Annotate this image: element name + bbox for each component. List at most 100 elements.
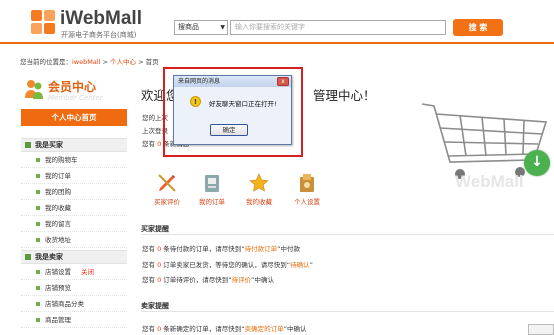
sidebar-item-cart[interactable]: 我的购物车	[21, 152, 127, 168]
sidebar-item-label: 商品管理	[45, 316, 71, 324]
sidebar-item-label: 我的留言	[45, 220, 71, 228]
dialog-ok-button[interactable]: 确定	[210, 124, 248, 136]
quick-link-label: 个人设置	[294, 198, 320, 206]
sidebar-item-address[interactable]: 收货地址	[21, 232, 127, 248]
bullet-icon	[36, 190, 40, 194]
breadcrumb-separator: >	[100, 58, 111, 66]
row-link[interactable]: 卖确定的订单	[245, 325, 284, 333]
bullet-icon	[36, 174, 40, 178]
bullet-icon	[36, 238, 40, 242]
quick-link-label: 我的订单	[199, 198, 225, 206]
shop-status-badge: 关闭	[81, 268, 94, 276]
sidebar-item-messages[interactable]: 我的留言	[21, 216, 127, 232]
sidebar-item-groupbuy[interactable]: 我的团购	[21, 184, 127, 200]
bullet-icon	[36, 302, 40, 306]
sidebar-item-label: 收货地址	[45, 236, 71, 244]
row-text: 您有	[142, 325, 158, 333]
scrollbar-corner[interactable]	[528, 324, 554, 335]
row-text: 订单待评价，请尽快到“	[161, 276, 232, 284]
quick-link-reviews[interactable]: 买家评价	[147, 172, 187, 206]
quick-link-orders[interactable]: 我的订单	[192, 172, 232, 206]
members-icon	[25, 80, 43, 99]
sidebar-item-home[interactable]: 个人中心首页	[21, 109, 127, 126]
buyer-reminder-title: 买家提醒	[141, 225, 169, 233]
row-link[interactable]: 待确认	[290, 261, 310, 269]
buyer-reminder-row: 您有 0 订单待评价，请尽快到“待评价”中确认	[142, 274, 274, 284]
search-input[interactable]: 输入你要搜索的关键字	[230, 20, 446, 35]
row-text: 您有	[142, 276, 158, 284]
bullet-icon	[36, 270, 40, 274]
breadcrumb-separator: >	[136, 58, 146, 66]
alert-dialog: 来自网页的消息 x ! 好友聊天窗口正在打开! 确定	[173, 75, 292, 145]
row-link[interactable]: 待付款订单	[245, 245, 278, 253]
bullet-icon	[36, 286, 40, 290]
search-category-value: 搜商品	[178, 23, 199, 31]
sidebar-group-seller[interactable]: 我是卖家	[21, 250, 127, 264]
sidebar-item-label: 店铺商品分类	[45, 300, 84, 308]
bullet-icon	[36, 318, 40, 322]
row-text: ”中确认	[283, 325, 307, 333]
row-text: 条待付款的订单，请尽快到“	[161, 245, 245, 253]
row-text: 您有	[142, 245, 158, 253]
sidebar-item-shop-preview[interactable]: 店铺预览	[21, 280, 127, 296]
member-center-cn: 会员中心	[48, 80, 97, 94]
pencil-icon	[158, 174, 176, 192]
search-button[interactable]: 搜 索	[453, 19, 503, 36]
sidebar-item-orders[interactable]: 我的订单	[21, 168, 127, 184]
breadcrumb-center-link[interactable]: 个人中心	[110, 58, 136, 66]
order-icon	[205, 175, 219, 192]
dialog-title: 来自网页的消息	[174, 76, 291, 87]
bullet-icon	[36, 158, 40, 162]
bullet-icon	[36, 222, 40, 226]
star-icon	[249, 173, 269, 192]
watermark-text: WebMall	[455, 172, 524, 191]
sidebar-item-label: 店铺预览	[45, 284, 71, 292]
warning-icon: !	[190, 96, 201, 107]
quick-link-label: 我的收藏	[246, 198, 272, 206]
dialog-close-button[interactable]: x	[277, 77, 289, 86]
bullet-icon	[36, 206, 40, 210]
member-center-title: 会员中心 Member Center	[21, 76, 127, 108]
seller-reminder-title: 卖家提醒	[141, 302, 169, 310]
group-label: 我是买家	[35, 141, 63, 149]
divider	[141, 234, 554, 235]
quick-link-favorites[interactable]: 我的收藏	[239, 172, 279, 206]
seller-reminder-row: 您有 0 条新确定的订单，请尽快到“卖确定的订单”中确认	[142, 323, 307, 333]
row-text: ”中确认	[251, 276, 275, 284]
header: iWebMall 开源电子商务平台(商城) 搜商品 ▼ 输入你要搜索的关键字 搜 …	[0, 0, 554, 44]
download-icon[interactable]: ↓	[524, 150, 550, 176]
breadcrumb: 您当前的位置是：iwebMall > 个人中心 > 首页	[20, 56, 159, 66]
divider	[141, 311, 554, 312]
row-text: ”	[309, 261, 314, 269]
sidebar-item-label: 我的收藏	[45, 204, 71, 212]
sidebar-group-buyer[interactable]: 我是买家	[21, 138, 127, 152]
quick-link-label: 买家评价	[154, 198, 180, 206]
row-link[interactable]: 待评价	[232, 276, 252, 284]
buyer-reminder-row: 您有 0 订单卖家已发货，等待您的确认，请尽快到“待确认”	[142, 259, 313, 269]
settings-icon	[300, 174, 314, 192]
sidebar-item-shop-settings[interactable]: 店铺设置 关闭	[21, 264, 127, 280]
stat-text: 您有	[142, 140, 158, 148]
chevron-down-icon: ▼	[220, 24, 225, 31]
sidebar: 会员中心 Member Center 个人中心首页 我是买家 我的购物车 我的订…	[21, 72, 127, 335]
dialog-message: 好友聊天窗口正在打开!	[209, 100, 277, 108]
sidebar-item-shop-categories[interactable]: 店铺商品分类	[21, 296, 127, 312]
logo-name[interactable]: iWebMall	[60, 8, 142, 30]
sidebar-item-products[interactable]: 商品管理	[21, 312, 127, 328]
row-text: ”中付款	[277, 245, 301, 253]
breadcrumb-current: 首页	[145, 58, 159, 66]
search-category-select[interactable]: 搜商品 ▼	[174, 20, 228, 35]
welcome-title-right: 管理中心！	[313, 88, 376, 103]
quick-link-settings[interactable]: 个人设置	[287, 172, 327, 206]
row-text: 您有	[142, 261, 158, 269]
sidebar-item-label: 我的购物车	[45, 156, 78, 164]
sidebar-item-favorites[interactable]: 我的收藏	[21, 200, 127, 216]
buyer-reminder-row: 您有 0 条待付款的订单，请尽快到“待付款订单”中付款	[142, 243, 300, 253]
breadcrumb-home-link[interactable]: iwebMall	[72, 58, 100, 66]
group-icon	[25, 142, 31, 148]
row-text: 条新确定的订单，请尽快到“	[161, 325, 245, 333]
member-center-en: Member Center	[48, 94, 103, 102]
group-icon	[25, 254, 31, 260]
logo-subtitle: 开源电子商务平台(商城)	[61, 31, 137, 39]
sidebar-item-label: 我的订单	[45, 172, 71, 180]
